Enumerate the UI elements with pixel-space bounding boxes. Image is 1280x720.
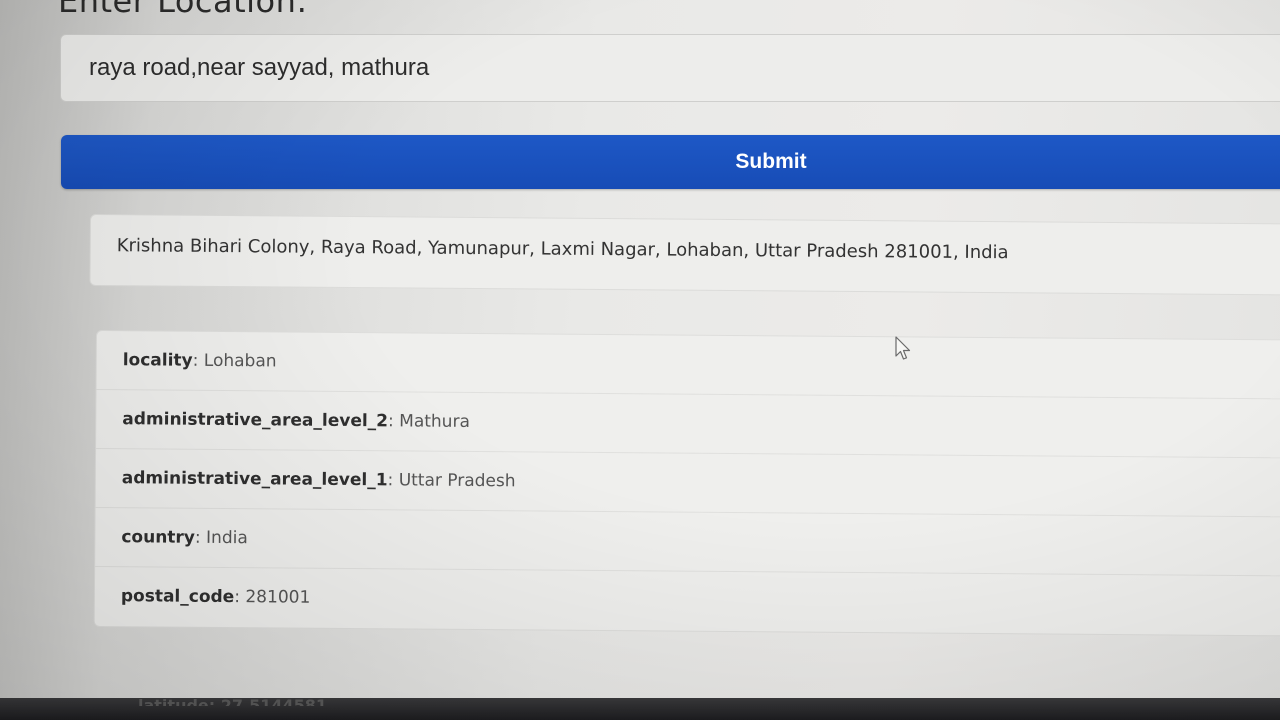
component-row-country: country: India [95, 508, 1280, 577]
component-key: administrative_area_level_2 [122, 409, 389, 432]
latitude-row-partial: latitude: 27.5144581 [138, 698, 327, 706]
component-separator: : [192, 350, 204, 371]
screen: Enter Location: Submit Krishna Bihari Co… [0, 0, 1280, 720]
address-components-list: locality: Lohaban administrative_area_le… [93, 330, 1280, 637]
component-key: administrative_area_level_1 [121, 468, 388, 491]
component-separator: : [234, 587, 246, 608]
component-key: locality [122, 350, 193, 371]
formatted-address: Krishna Bihari Colony, Raya Road, Yamuna… [89, 214, 1280, 296]
component-separator: : [194, 527, 207, 548]
component-separator: : [387, 411, 400, 432]
component-row-admin-level-2: administrative_area_level_2: Mathura [96, 390, 1280, 459]
component-key: country [121, 527, 196, 548]
component-row-postal-code: postal_code: 281001 [95, 567, 1280, 636]
component-value: Mathura [399, 411, 470, 432]
component-value: 281001 [245, 587, 311, 608]
component-value: India [205, 527, 248, 549]
component-separator: : [387, 470, 399, 491]
component-value: Uttar Pradesh [398, 470, 516, 492]
component-row-admin-level-1: administrative_area_level_1: Uttar Prade… [95, 449, 1280, 518]
page-heading: Enter Location: [58, 0, 308, 20]
component-key: postal_code [120, 586, 235, 608]
location-input[interactable] [60, 34, 1280, 102]
submit-button[interactable]: Submit [61, 135, 1280, 189]
component-value: Lohaban [203, 350, 277, 372]
component-row-locality: locality: Lohaban [96, 331, 1280, 400]
mouse-pointer-icon [895, 336, 911, 360]
